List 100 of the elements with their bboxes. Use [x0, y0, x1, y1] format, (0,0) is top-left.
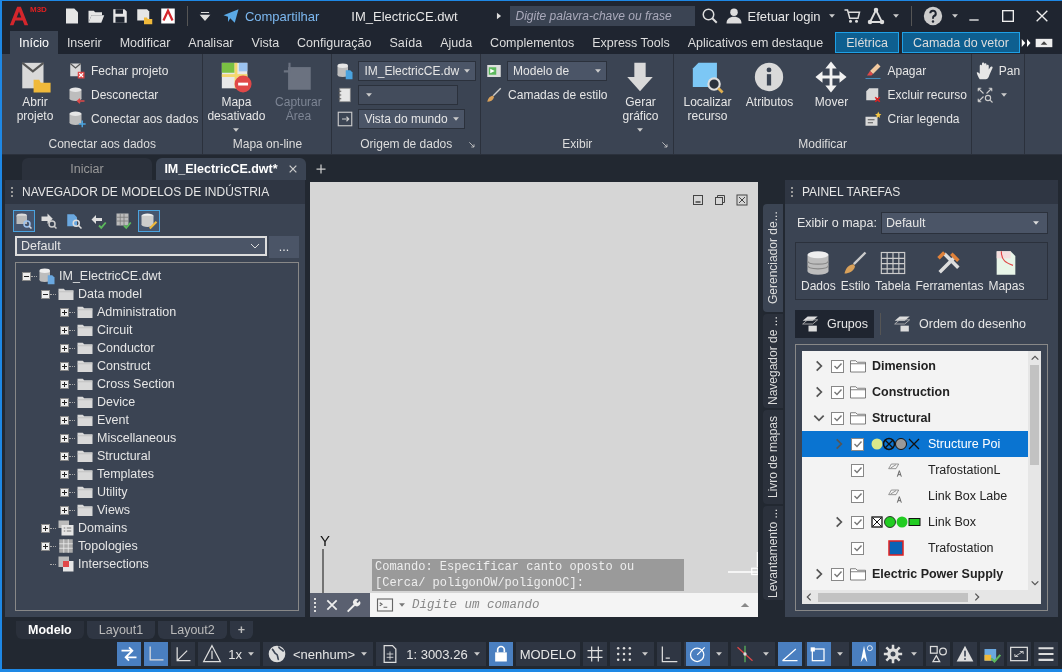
- status-toggle[interactable]: [926, 642, 950, 666]
- tool-button[interactable]: Estilo: [840, 249, 871, 293]
- expand-toggle[interactable]: [22, 271, 31, 281]
- ribbon-button[interactable]: Mapa desativado: [207, 58, 266, 135]
- checkbox[interactable]: [851, 541, 864, 555]
- tree-item[interactable]: Construct: [97, 359, 151, 373]
- view-tab[interactable]: Ordem do desenho: [887, 310, 1032, 338]
- ribbon-tab[interactable]: Elétrica: [835, 32, 899, 53]
- ribbon-button[interactable]: Localizar recurso: [678, 58, 737, 134]
- add-layout-button[interactable]: +: [229, 621, 254, 639]
- expand-toggle[interactable]: [60, 505, 69, 515]
- layer-row[interactable]: Link Box: [802, 509, 1028, 535]
- status-toggle[interactable]: [657, 642, 681, 666]
- ribbon-tab[interactable]: Complementos: [481, 31, 584, 54]
- toolbar-button[interactable]: [13, 210, 35, 232]
- status-toggle[interactable]: [953, 642, 977, 666]
- ribbon-tab[interactable]: Início: [10, 31, 58, 54]
- checkbox[interactable]: [831, 385, 844, 399]
- layer-row[interactable]: TrafostationL: [802, 457, 1028, 483]
- close-icon[interactable]: [1034, 8, 1050, 24]
- new-tab-plus-icon[interactable]: [315, 163, 327, 175]
- side-tab[interactable]: Gerenciador de...: [763, 204, 783, 312]
- ribbon-tab[interactable]: Inserir: [57, 31, 111, 54]
- tree-item[interactable]: Domains: [78, 521, 128, 535]
- status-toggle[interactable]: [144, 642, 169, 666]
- ribbon-dropdown[interactable]: Modelo de: [507, 61, 608, 81]
- history-up-icon[interactable]: [740, 600, 750, 610]
- ribbon-tab[interactable]: Camada do vetor: [901, 32, 1020, 53]
- ribbon-tab[interactable]: Vista: [242, 31, 289, 54]
- search-icon[interactable]: [700, 7, 719, 25]
- help-icon[interactable]: [921, 5, 944, 27]
- ribbon-button[interactable]: Excluir recurso: [864, 86, 967, 104]
- ribbon-button[interactable]: Fechar projeto: [68, 62, 169, 80]
- ribbon-button[interactable]: Camadas de estilo: [485, 86, 608, 104]
- layer-row[interactable]: Construction: [802, 379, 1028, 405]
- tree-item[interactable]: Device: [97, 395, 136, 409]
- share-button[interactable]: Compartilhar: [221, 7, 320, 25]
- expand-toggle[interactable]: [60, 397, 69, 407]
- ribbon-button[interactable]: Criar legenda: [864, 110, 960, 128]
- layer-row[interactable]: Electric Power Supply: [802, 561, 1028, 587]
- tree-item[interactable]: IM_ElectricCE.dwt: [59, 269, 162, 283]
- ribbon-button[interactable]: Apagar: [864, 62, 927, 80]
- side-tab[interactable]: Levantamento ...: [763, 506, 783, 600]
- document-tab[interactable]: IM_ElectricCE.dwt*: [156, 158, 306, 180]
- toolbar-button[interactable]: [138, 210, 160, 232]
- ribbon-tab[interactable]: Modificar: [110, 31, 180, 54]
- tool-button[interactable]: Dados: [801, 249, 836, 293]
- ribbon-button[interactable]: Desconectar: [68, 86, 159, 104]
- status-dropdown[interactable]: [610, 642, 654, 666]
- tree-item[interactable]: Data model: [78, 287, 142, 301]
- login-button[interactable]: Efetuar login: [724, 7, 821, 25]
- expand-toggle[interactable]: [60, 433, 69, 443]
- side-tab[interactable]: Livro de mapas: [763, 410, 783, 504]
- more-button[interactable]: ...: [269, 236, 299, 258]
- tree-item[interactable]: Circuit: [97, 323, 133, 337]
- status-toggle[interactable]: [778, 642, 802, 666]
- cart-icon[interactable]: [842, 7, 861, 25]
- map-dropdown[interactable]: Default: [880, 212, 1048, 234]
- tree-item[interactable]: Utility: [97, 485, 128, 499]
- tree-item[interactable]: Event: [97, 413, 129, 427]
- checkbox[interactable]: [831, 567, 844, 581]
- layout-tab[interactable]: Layout2: [158, 621, 227, 639]
- status-toggle[interactable]: [171, 642, 196, 666]
- layer-row[interactable]: Trafostation: [802, 535, 1028, 561]
- layer-row[interactable]: Link Box Labe: [802, 483, 1028, 509]
- status-toggle[interactable]: [117, 642, 142, 666]
- ribbon-tab[interactable]: Saída: [380, 31, 432, 54]
- status-toggle[interactable]: [488, 642, 513, 666]
- tree-item[interactable]: Administration: [97, 305, 177, 319]
- status-dropdown[interactable]: <nenhum>: [263, 642, 374, 666]
- checkbox[interactable]: [851, 489, 864, 503]
- status-toggle[interactable]: [583, 642, 607, 666]
- ribbon-tab[interactable]: Analisar: [179, 31, 243, 54]
- dialog-launcher-icon[interactable]: [468, 141, 477, 149]
- view-tab[interactable]: Grupos: [795, 310, 874, 338]
- tool-button[interactable]: Tabela: [875, 249, 911, 293]
- ribbon-button[interactable]: Abrir projeto: [6, 58, 64, 134]
- ribbon-button[interactable]: Atributos: [740, 58, 799, 134]
- tree-item[interactable]: Templates: [97, 467, 154, 481]
- ribbon-tab[interactable]: Configuração: [288, 31, 381, 54]
- command-field[interactable]: Digite um comando: [410, 597, 737, 613]
- tool-button[interactable]: Ferramentas: [915, 249, 984, 293]
- tree-item[interactable]: Topologies: [78, 539, 138, 553]
- maximize-icon[interactable]: [1000, 8, 1016, 24]
- horizontal-scrollbar[interactable]: [802, 590, 1041, 604]
- close-icon[interactable]: [736, 194, 748, 206]
- expand-toggle[interactable]: [41, 289, 50, 299]
- ribbon-button[interactable]: Mover: [802, 58, 861, 134]
- layout-tab[interactable]: Modelo: [16, 621, 84, 639]
- layer-row[interactable]: Structural: [802, 405, 1028, 431]
- search-field[interactable]: Digite palavra-chave ou frase: [509, 6, 695, 26]
- document-tab[interactable]: Iniciar: [22, 158, 152, 180]
- tree-item[interactable]: Views: [97, 503, 131, 517]
- status-dropdown[interactable]: [684, 642, 728, 666]
- tool-button[interactable]: Mapas: [988, 249, 1025, 293]
- tree-item[interactable]: Conductor: [97, 341, 155, 355]
- expand-toggle[interactable]: [60, 487, 69, 497]
- status-dropdown[interactable]: 1x: [198, 642, 261, 666]
- expand-toggle[interactable]: [60, 307, 69, 317]
- ribbon-button[interactable]: Conectar aos dados: [68, 110, 199, 128]
